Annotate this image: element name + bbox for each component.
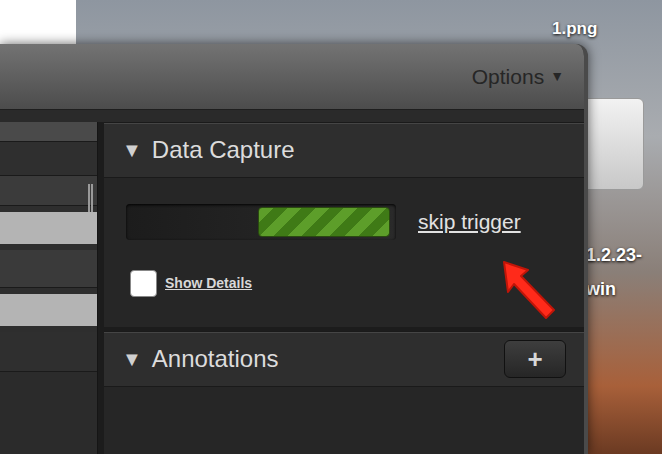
annotations-header[interactable]: ▼ Annotations + xyxy=(104,331,584,387)
section-title: Annotations xyxy=(152,341,279,377)
annotations-content xyxy=(104,387,584,454)
add-annotation-button[interactable]: + xyxy=(504,340,566,378)
options-menu[interactable]: Options▼ xyxy=(472,61,564,93)
table-row[interactable] xyxy=(0,176,97,206)
table-row[interactable] xyxy=(0,332,97,372)
table-row[interactable] xyxy=(0,288,97,332)
toggle-icon[interactable]: ▼ xyxy=(122,135,142,165)
show-details-checkbox[interactable]: Show Details xyxy=(126,270,562,297)
progress-bar xyxy=(126,204,396,240)
desktop-icon-label[interactable]: 1.2.23-win xyxy=(586,238,642,306)
dropdown-icon[interactable]: ▼ xyxy=(550,66,564,87)
desktop-white-area xyxy=(0,0,76,44)
body: ▼ Data Capture skip trigger Show Details ▼ An… xyxy=(0,110,584,454)
progress-fill xyxy=(258,207,390,237)
section-title: Data Capture xyxy=(152,132,295,168)
data-capture-header[interactable]: ▼ Data Capture xyxy=(104,122,584,178)
resize-grip-icon[interactable] xyxy=(88,184,93,212)
table-row[interactable] xyxy=(0,142,97,176)
table-row[interactable] xyxy=(0,250,97,288)
checkbox[interactable] xyxy=(130,270,157,297)
table-header xyxy=(0,122,97,142)
data-capture-content: skip trigger Show Details xyxy=(104,178,584,327)
toggle-icon[interactable]: ▼ xyxy=(122,344,142,374)
title-bar: Options▼ xyxy=(0,44,584,110)
left-panel xyxy=(0,122,98,454)
app-window: Options▼▼Data Captureskip triggerShow De… xyxy=(0,44,588,454)
desktop-icon-label[interactable]: 1.png xyxy=(552,16,597,42)
arrow-icon xyxy=(498,256,560,324)
skip-trigger-link[interactable]: skip trigger xyxy=(418,206,521,238)
table-row[interactable] xyxy=(0,206,97,250)
desktop: 1.png1.2.23-winOptions▼▼Data Captureskip… xyxy=(0,0,662,454)
